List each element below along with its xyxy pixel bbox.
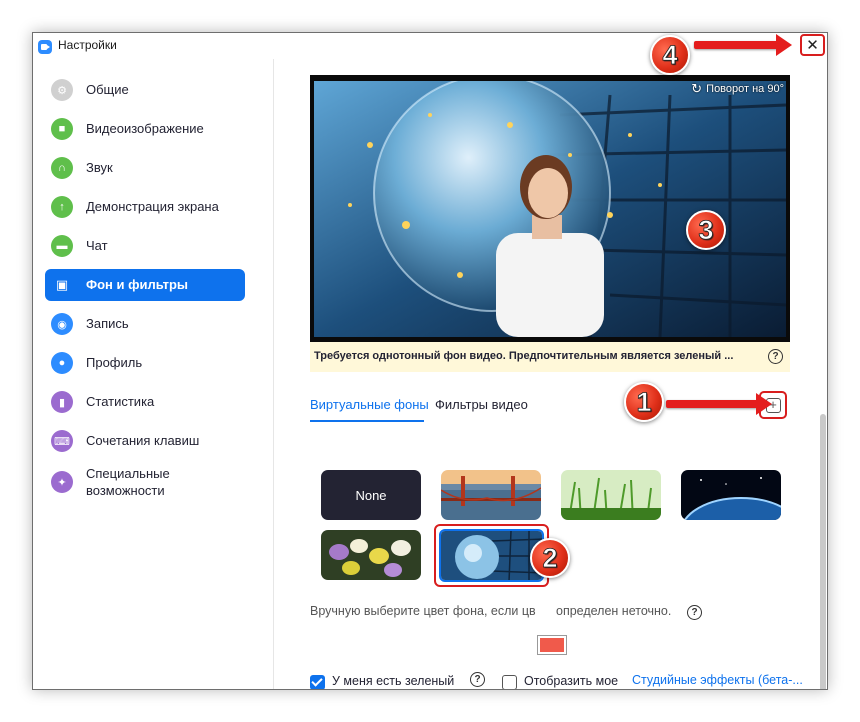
mirror-video-label: Отобразить мое видео зеркально (524, 674, 619, 688)
preview-image (310, 75, 790, 342)
chat-bubble-icon: ▬ (51, 235, 73, 257)
sidebar-item-video[interactable]: ■ Видеоизображение (45, 113, 245, 145)
background-crocus-flowers[interactable] (321, 530, 421, 580)
sidebar-item-profile[interactable]: ● Профиль (45, 347, 245, 379)
annotation-arrow-4 (694, 34, 792, 56)
sidebar-item-recording[interactable]: ◉ Запись (45, 308, 245, 340)
sidebar-item-chat[interactable]: ▬ Чат (45, 230, 245, 262)
background-portrait-icon: ▣ (55, 277, 69, 292)
video-preview: ↻ Поворот на 90° (310, 75, 790, 342)
sidebar-item-keyboard-shortcuts[interactable]: ⌨ Сочетания клавиш (45, 425, 245, 457)
sidebar-item-label: Чат (86, 238, 108, 253)
sidebar-item-label: Профиль (86, 355, 143, 370)
gear-icon: ⚙ (51, 79, 73, 101)
green-screen-checkbox[interactable] (310, 675, 325, 689)
record-icon: ◉ (51, 313, 73, 335)
sidebar-item-label: Звук (86, 160, 113, 175)
selected-background (439, 529, 544, 582)
sidebar-item-label: Демонстрация экрана (86, 199, 219, 214)
help-icon[interactable]: ? (768, 349, 783, 364)
settings-sidebar: ⚙ Общие ■ Видеоизображение ∩ Звук ↑ Демо… (33, 59, 274, 689)
panel-scrollbar[interactable] (820, 414, 826, 689)
annotation-marker-4: 4 (650, 35, 690, 75)
accessibility-icon: ✦ (51, 471, 73, 493)
sidebar-item-statistics[interactable]: ▮ Статистика (45, 386, 245, 418)
sidebar-item-label: Специальные возможности (86, 466, 170, 498)
background-tabs: Виртуальные фоны Фильтры видео (310, 393, 790, 423)
sidebar-item-label: Сочетания клавиш (86, 433, 200, 448)
statistics-icon: ▮ (51, 391, 73, 413)
background-golden-gate[interactable] (441, 470, 541, 520)
green-screen-label: У меня есть зеленый экран (332, 674, 455, 688)
sidebar-item-audio[interactable]: ∩ Звук (45, 152, 245, 184)
close-button[interactable]: ✕ (800, 34, 825, 56)
annotation-marker-2: 2 (530, 538, 570, 578)
manual-color-text-left: Вручную выберите цвет фона, если цв (310, 604, 536, 618)
sidebar-item-general[interactable]: ⚙ Общие (45, 74, 245, 106)
sidebar-item-share-screen[interactable]: ↑ Демонстрация экрана (45, 191, 245, 223)
rotate-icon: ↻ (691, 81, 703, 96)
rotate-label: Поворот на 90° (706, 83, 784, 95)
window-title: Настройки (58, 38, 117, 52)
share-screen-icon: ↑ (51, 196, 73, 218)
warning-text: Требуется однотонный фон видео. Предпочт… (314, 350, 734, 362)
background-grass[interactable] (561, 470, 661, 520)
mirror-video-checkbox[interactable] (502, 675, 517, 689)
manual-color-text-right: определен неточно. (556, 604, 672, 618)
headphones-icon: ∩ (51, 157, 73, 179)
green-screen-warning: Требуется однотонный фон видео. Предпочт… (310, 342, 790, 372)
sidebar-item-label: Видеоизображение (86, 121, 204, 136)
zoom-logo-icon (38, 40, 52, 54)
rotate-90-button[interactable]: ↻ Поворот на 90° (691, 81, 784, 97)
keyboard-icon: ⌨ (51, 430, 73, 452)
sidebar-item-accessibility[interactable]: ✦ Специальные возможности (45, 461, 245, 505)
manual-color-text: Вручную выберите цвет фона, если цв (310, 604, 536, 618)
annotation-marker-3: 3 (686, 210, 726, 250)
background-none[interactable]: None (321, 470, 421, 520)
sidebar-item-label: Статистика (86, 394, 155, 409)
settings-window: Настройки ✕ ⚙ Общие ■ Видеоизображение ∩… (32, 32, 828, 690)
annotation-marker-1: 1 (624, 382, 664, 422)
swatch-fill (540, 638, 564, 652)
sidebar-item-label: Фон и фильтры (86, 277, 188, 292)
manual-color-help-icon[interactable]: ? (687, 605, 702, 620)
background-earth-space[interactable] (681, 470, 781, 520)
video-camera-icon: ■ (51, 118, 73, 140)
background-color-swatch[interactable] (537, 635, 567, 655)
tab-video-filters[interactable]: Фильтры видео (435, 397, 528, 412)
sidebar-item-label: Запись (86, 316, 129, 331)
sidebar-item-background-filters[interactable]: ▣ Фон и фильтры (45, 269, 245, 301)
active-tab-indicator (310, 420, 424, 422)
sidebar-item-label: Общие (86, 82, 129, 97)
background-filters-panel: ↻ Поворот на 90° Требуется однотонный фо… (274, 59, 827, 689)
annotation-arrow-1 (666, 393, 772, 415)
tab-virtual-backgrounds[interactable]: Виртуальные фоны (310, 397, 429, 412)
studio-effects-link[interactable]: Студийные эффекты (бета-... (632, 673, 803, 687)
green-screen-help-icon[interactable]: ? (470, 672, 485, 687)
profile-icon: ● (51, 352, 73, 374)
